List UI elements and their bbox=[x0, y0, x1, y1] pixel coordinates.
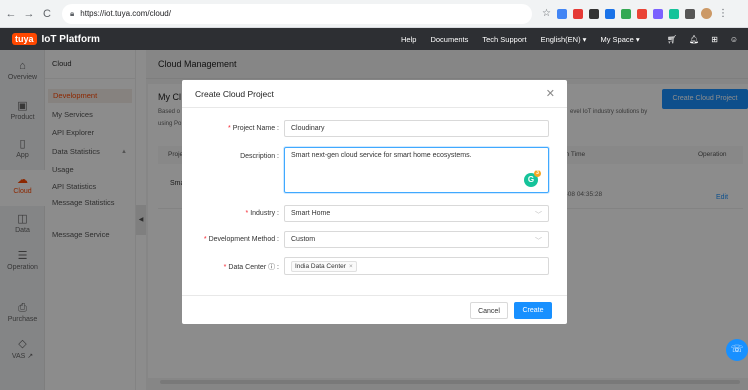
extension-icon[interactable] bbox=[636, 8, 647, 19]
extension-icon[interactable] bbox=[604, 8, 615, 19]
menu-language[interactable]: English(EN) ▾ bbox=[541, 35, 587, 44]
grammarly-extension-icon[interactable] bbox=[668, 8, 679, 19]
bell-icon[interactable]: 🔔︎ bbox=[689, 35, 699, 44]
create-button[interactable]: Create bbox=[514, 302, 552, 319]
description-text: Smart next-gen cloud service for smart h… bbox=[291, 152, 472, 159]
browser-toolbar: ← → C 🔒︎ https://iot.tuya.com/cloud/ ☆ ⋮ bbox=[0, 0, 748, 28]
question-circle-icon: ⓘ bbox=[268, 264, 276, 271]
data-center-select[interactable]: India Data Center × bbox=[284, 257, 549, 275]
url-text: https://iot.tuya.com/cloud/ bbox=[80, 9, 171, 18]
description-label: Description : bbox=[240, 153, 279, 160]
more-icon[interactable]: ⋮ bbox=[718, 8, 728, 19]
grammarly-icon[interactable]: G3 bbox=[524, 170, 541, 187]
extension-icon[interactable] bbox=[572, 8, 583, 19]
remove-tag-icon[interactable]: × bbox=[349, 263, 353, 270]
menu-documents[interactable]: Documents bbox=[430, 35, 468, 44]
description-textarea[interactable]: Smart next-gen cloud service for smart h… bbox=[284, 147, 549, 193]
user-icon[interactable]: ☺ bbox=[730, 35, 738, 44]
industry-value: Smart Home bbox=[291, 210, 331, 217]
platform-name: IoT Platform bbox=[41, 33, 100, 45]
project-name-input[interactable]: Cloudinary bbox=[284, 120, 549, 137]
back-button[interactable]: ← bbox=[4, 8, 18, 20]
help-chat-icon[interactable]: ☏ bbox=[726, 339, 748, 361]
extension-icon[interactable] bbox=[652, 8, 663, 19]
dialog-footer: Cancel Create bbox=[182, 295, 567, 324]
profile-avatar[interactable] bbox=[700, 8, 712, 19]
apps-icon[interactable]: ⊞ bbox=[711, 35, 718, 44]
extension-icon[interactable] bbox=[588, 8, 599, 19]
dialog-header: Create Cloud Project ✕ bbox=[182, 80, 567, 108]
menu-help[interactable]: Help bbox=[401, 35, 416, 44]
top-menu: Help Documents Tech Support English(EN) … bbox=[401, 28, 640, 50]
development-method-label: * Development Method : bbox=[203, 236, 279, 243]
extension-icon[interactable] bbox=[620, 8, 631, 19]
development-method-select[interactable]: Custom ﹀ bbox=[284, 231, 549, 248]
lock-icon: 🔒︎ bbox=[70, 8, 75, 18]
chevron-down-icon: ﹀ bbox=[535, 212, 542, 219]
data-center-tag: India Data Center × bbox=[291, 260, 357, 272]
reload-button[interactable]: C bbox=[40, 8, 54, 20]
industry-select[interactable]: Smart Home ﹀ bbox=[284, 205, 549, 222]
top-icons: 🛒︎ 🔔︎ ⊞ ☺ bbox=[667, 28, 738, 50]
industry-label: * Industry : bbox=[245, 210, 279, 217]
address-bar[interactable]: 🔒︎ https://iot.tuya.com/cloud/ bbox=[62, 3, 532, 24]
chevron-down-icon: ﹀ bbox=[535, 238, 542, 245]
grammarly-count-badge: 3 bbox=[534, 170, 541, 177]
app-header: tuya IoT Platform Help Documents Tech Su… bbox=[0, 28, 748, 50]
menu-my-space[interactable]: My Space ▾ bbox=[600, 35, 639, 44]
cart-icon[interactable]: 🛒︎ bbox=[667, 35, 677, 44]
cancel-button[interactable]: Cancel bbox=[470, 302, 508, 319]
menu-tech-support[interactable]: Tech Support bbox=[482, 35, 526, 44]
extensions-bar: ☆ ⋮ bbox=[542, 8, 728, 19]
puzzle-icon[interactable] bbox=[684, 8, 695, 19]
data-center-label: * Data Center ⓘ : bbox=[223, 264, 279, 271]
dialog-title: Create Cloud Project bbox=[195, 89, 274, 99]
forward-button[interactable]: → bbox=[22, 8, 36, 20]
bookmark-star-icon[interactable]: ☆ bbox=[542, 8, 551, 19]
development-method-value: Custom bbox=[291, 236, 316, 243]
extension-icon[interactable] bbox=[556, 8, 567, 19]
logo-mark: tuya bbox=[12, 33, 37, 45]
project-name-label: * Project Name : bbox=[227, 125, 279, 132]
tuya-logo[interactable]: tuya IoT Platform bbox=[12, 33, 100, 45]
close-icon[interactable]: ✕ bbox=[546, 87, 555, 100]
create-cloud-project-dialog: Create Cloud Project ✕ * Project Name : C… bbox=[182, 80, 567, 324]
